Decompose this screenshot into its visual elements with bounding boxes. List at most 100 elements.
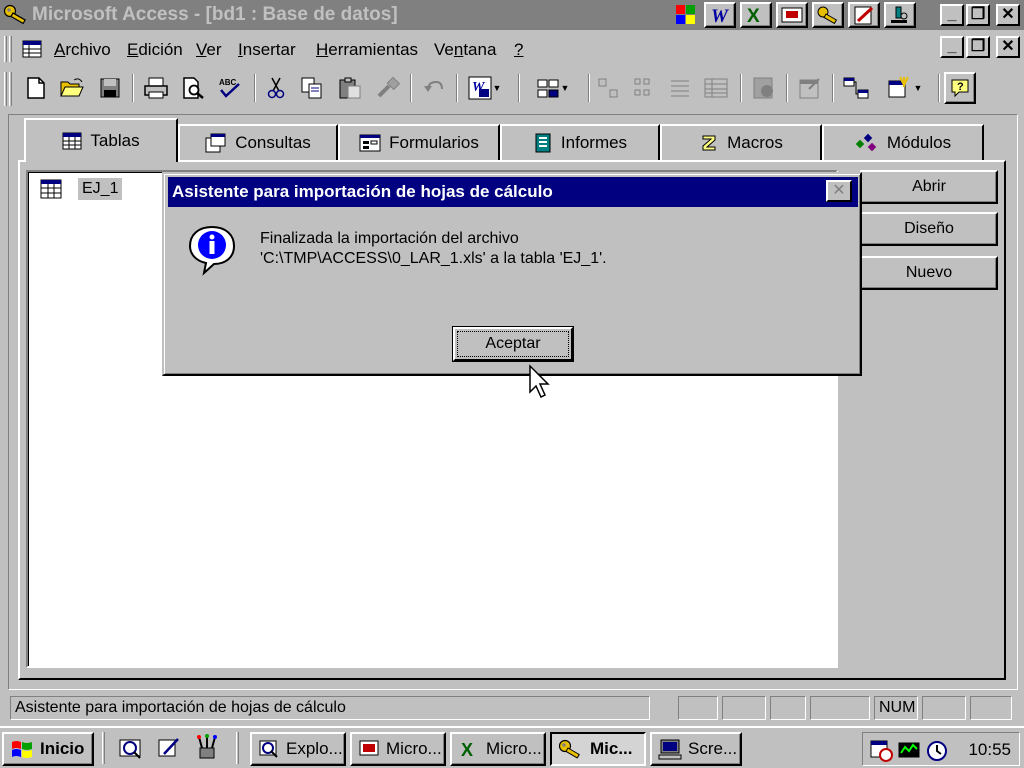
powerpoint-icon bbox=[781, 7, 803, 23]
module-icon bbox=[855, 133, 877, 152]
excel-shortcut-button[interactable]: X bbox=[740, 2, 772, 28]
taskbar-grip[interactable] bbox=[102, 732, 105, 764]
accept-button[interactable]: Aceptar bbox=[452, 326, 574, 362]
details-view-button[interactable] bbox=[700, 72, 732, 104]
tab-tablas[interactable]: Tablas bbox=[24, 118, 178, 162]
undo-button[interactable] bbox=[418, 72, 450, 104]
dialog-title-bar[interactable]: Asistente para importación de hojas de c… bbox=[168, 177, 858, 207]
list-item-label: EJ_1 bbox=[78, 178, 123, 200]
app-title-bar[interactable]: Microsoft Access - [bd1 : Base de datos]… bbox=[0, 0, 1024, 30]
doc-close-button[interactable]: ✕ bbox=[996, 36, 1020, 58]
copy-button[interactable] bbox=[296, 72, 328, 104]
help-question-icon: ? bbox=[951, 79, 969, 98]
menu-ventana[interactable]: Ventana bbox=[434, 40, 496, 60]
menu-herramientas[interactable]: Herramientas bbox=[316, 40, 418, 60]
doc-minimize-button[interactable]: _ bbox=[940, 36, 964, 58]
toolbar-grip-2[interactable] bbox=[9, 72, 12, 106]
menu-insertar[interactable]: Insertar bbox=[238, 40, 296, 60]
tab-macros[interactable]: Macros bbox=[660, 124, 822, 160]
toolbar-separator bbox=[410, 74, 412, 102]
clipboard-icon bbox=[339, 77, 361, 99]
toolbar-separator bbox=[456, 74, 458, 102]
design-object-button[interactable]: Diseño bbox=[860, 212, 998, 246]
spell-check-icon: ABC bbox=[219, 78, 240, 98]
save-button[interactable] bbox=[94, 72, 126, 104]
svg-text:ABC: ABC bbox=[219, 78, 237, 87]
menu-bar-grip[interactable] bbox=[4, 36, 7, 62]
word-shortcut-button[interactable]: W bbox=[704, 2, 736, 28]
toolbar-grip[interactable] bbox=[4, 72, 7, 106]
taskbar-grip[interactable] bbox=[236, 732, 239, 764]
menu-archivo[interactable]: Archivo bbox=[54, 40, 111, 60]
screen-icon bbox=[658, 739, 682, 760]
access-shortcut-button[interactable] bbox=[812, 2, 844, 28]
edit-desktop-icon bbox=[158, 738, 179, 757]
print-preview-button[interactable] bbox=[178, 72, 210, 104]
floppy-disk-icon bbox=[100, 78, 120, 98]
app-minimize-button[interactable]: _ bbox=[940, 4, 964, 26]
task-excel-button[interactable]: X Micro... bbox=[450, 732, 546, 766]
large-icons-button[interactable] bbox=[592, 72, 624, 104]
small-icons-button[interactable] bbox=[628, 72, 660, 104]
open-object-button[interactable]: Abrir bbox=[860, 170, 998, 204]
analyze-button[interactable]: ▼ bbox=[526, 72, 578, 104]
properties-button[interactable] bbox=[794, 72, 826, 104]
status-panel bbox=[770, 696, 806, 720]
tab-formularios[interactable]: Formularios bbox=[338, 124, 500, 160]
small-icons-icon bbox=[634, 78, 650, 96]
menu-bar: Archivo Edición Ver Insertar Herramienta… bbox=[0, 32, 1024, 66]
powerpoint-shortcut-button[interactable] bbox=[776, 2, 808, 28]
menu-ver[interactable]: Ver bbox=[196, 40, 222, 60]
print-preview-icon bbox=[183, 77, 204, 99]
dialog-close-button[interactable]: ✕ bbox=[826, 180, 852, 202]
tab-modulos[interactable]: Módulos bbox=[822, 124, 984, 160]
clock-settings-icon[interactable] bbox=[925, 739, 951, 763]
new-object-list-button[interactable]: Nuevo bbox=[860, 256, 998, 290]
app-close-button[interactable]: ✕ bbox=[996, 4, 1020, 26]
format-painter-button[interactable] bbox=[372, 72, 404, 104]
code-button[interactable] bbox=[748, 72, 780, 104]
office-logo-icon[interactable] bbox=[674, 2, 698, 28]
macro-icon bbox=[702, 135, 716, 151]
network-monitor-icon[interactable] bbox=[897, 737, 923, 763]
menu-help[interactable]: ? bbox=[514, 40, 523, 60]
list-view-button[interactable] bbox=[664, 72, 696, 104]
quicklaunch-desktop-button[interactable] bbox=[156, 736, 184, 762]
task-powerpoint-button[interactable]: Micro... bbox=[350, 732, 446, 766]
scheduler-icon[interactable] bbox=[869, 737, 895, 763]
tab-consultas[interactable]: Consultas bbox=[178, 124, 338, 160]
list-item[interactable]: EJ_1 bbox=[40, 178, 123, 200]
taskbar-clock[interactable]: 10:55 bbox=[968, 740, 1011, 760]
cut-button[interactable] bbox=[260, 72, 292, 104]
office-assistant-button[interactable]: ? bbox=[944, 72, 976, 104]
paste-button[interactable] bbox=[334, 72, 366, 104]
menu-bar-grip-2[interactable] bbox=[9, 36, 12, 62]
quicklaunch-channels-button[interactable] bbox=[194, 734, 222, 762]
start-button[interactable]: Inicio bbox=[2, 732, 94, 766]
window-title: Microsoft Access - [bd1 : Base de datos] bbox=[32, 4, 398, 25]
relationships-button[interactable] bbox=[840, 72, 872, 104]
office-bar-shortcut-button[interactable] bbox=[884, 2, 916, 28]
task-access-button[interactable]: Mic... bbox=[550, 732, 646, 766]
print-button[interactable] bbox=[140, 72, 172, 104]
db-window-icon[interactable] bbox=[22, 40, 42, 58]
quicklaunch-explorer-button[interactable] bbox=[118, 736, 146, 762]
toolbar-separator bbox=[786, 74, 788, 102]
task-explorer-button[interactable]: Explo... bbox=[250, 732, 346, 766]
new-button[interactable] bbox=[20, 72, 52, 104]
menu-edicion[interactable]: Edición bbox=[127, 40, 183, 60]
tab-informes[interactable]: Informes bbox=[500, 124, 660, 160]
undo-icon bbox=[424, 80, 443, 92]
doc-restore-button[interactable]: ❐ bbox=[966, 36, 990, 58]
new-object-button[interactable]: ▼ bbox=[878, 72, 930, 104]
spelling-button[interactable]: ABC bbox=[214, 72, 246, 104]
svg-text:?: ? bbox=[957, 81, 964, 93]
schedule-shortcut-button[interactable] bbox=[848, 2, 880, 28]
dialog-message-line-1: Finalizada la importación del archivo bbox=[260, 230, 519, 247]
app-restore-button[interactable]: ❐ bbox=[966, 4, 990, 26]
paintbrush-icon bbox=[377, 76, 401, 98]
task-screen-button[interactable]: Scre... bbox=[650, 732, 742, 766]
import-complete-dialog: Asistente para importación de hojas de c… bbox=[162, 172, 862, 376]
office-links-button[interactable]: W ▼ bbox=[462, 72, 506, 104]
open-button[interactable] bbox=[56, 72, 88, 104]
